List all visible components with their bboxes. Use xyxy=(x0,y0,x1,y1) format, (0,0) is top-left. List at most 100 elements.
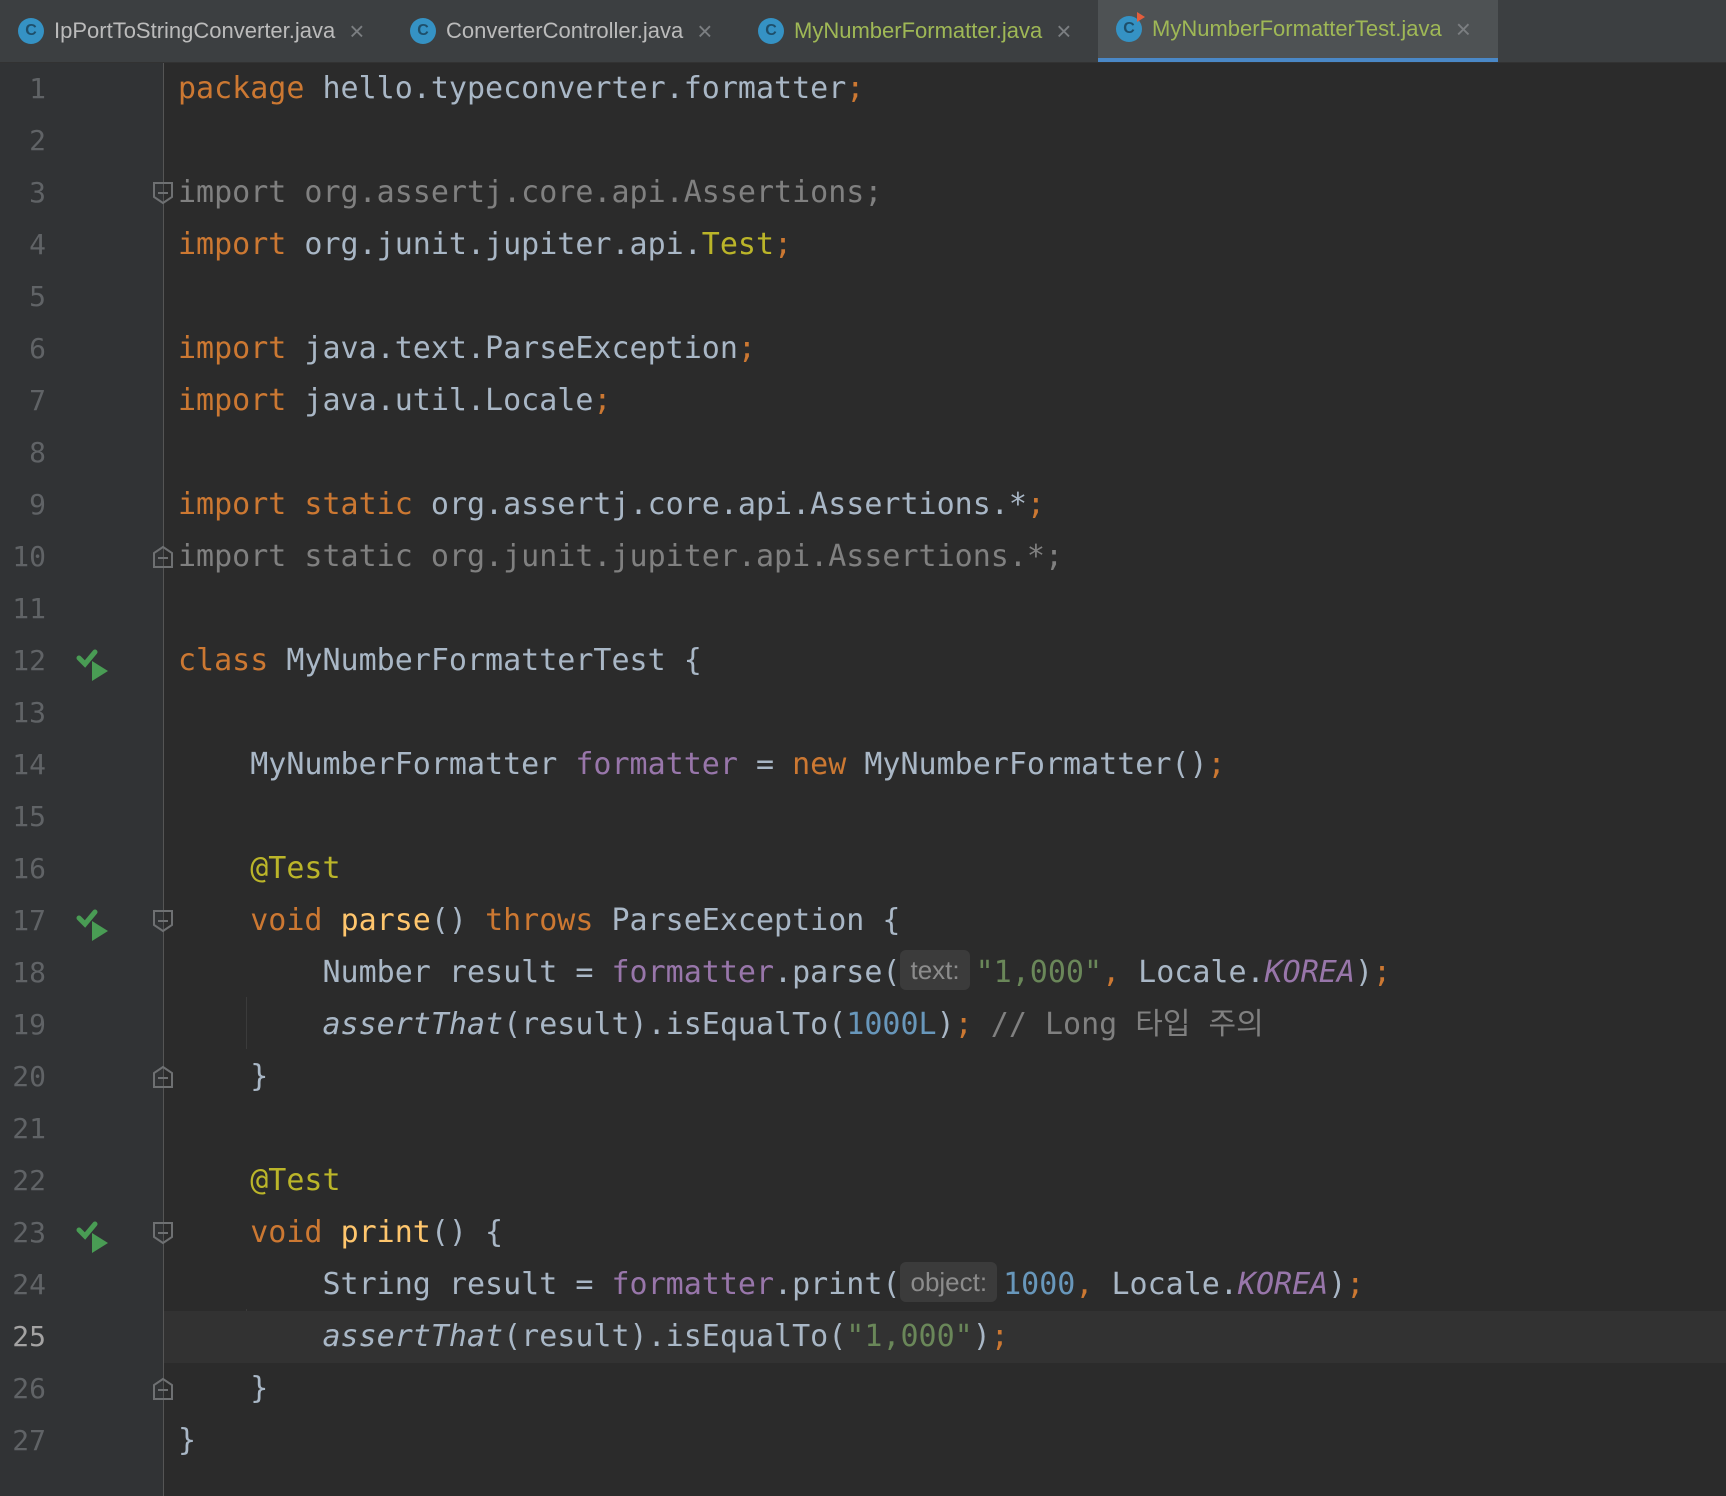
code-content[interactable]: assertThat(result).isEqualTo(1000L); // … xyxy=(164,999,1726,1051)
code-content[interactable]: } xyxy=(164,1363,1726,1415)
java-class-icon: C xyxy=(758,18,784,44)
line-number: 7 xyxy=(29,384,46,417)
line-number: 23 xyxy=(12,1216,46,1249)
line-number: 17 xyxy=(12,904,46,937)
line-number: 5 xyxy=(29,280,46,313)
code-line: 26 } xyxy=(0,1363,1726,1415)
run-test-icon[interactable] xyxy=(76,645,112,681)
code-content[interactable]: import org.assertj.core.api.Assertions; xyxy=(164,167,1726,219)
code-content[interactable]: package hello.typeconverter.formatter; xyxy=(164,63,1726,115)
code-line: 17 void parse() throws ParseException { xyxy=(0,895,1726,947)
close-icon[interactable]: × xyxy=(1456,16,1471,42)
code-line: 2 xyxy=(0,115,1726,167)
tab-my-number-formatter-test[interactable]: C MyNumberFormatterTest.java × xyxy=(1098,0,1498,62)
code-line: 16 @Test xyxy=(0,843,1726,895)
code-content[interactable] xyxy=(164,687,1726,739)
tab-ipport-converter[interactable]: C IpPortToStringConverter.java × xyxy=(18,0,364,62)
code-line: 20 } xyxy=(0,1051,1726,1103)
code-content[interactable] xyxy=(164,583,1726,635)
code-content[interactable]: @Test xyxy=(164,1155,1726,1207)
code-content[interactable]: MyNumberFormatter formatter = new MyNumb… xyxy=(164,739,1726,791)
line-number: 22 xyxy=(12,1164,46,1197)
parameter-hint: text: xyxy=(900,950,970,990)
code-line: 15 xyxy=(0,791,1726,843)
editor-tab-bar: C IpPortToStringConverter.java × C Conve… xyxy=(0,0,1726,63)
tab-label: IpPortToStringConverter.java xyxy=(54,18,336,43)
line-number: 8 xyxy=(29,436,46,469)
code-content[interactable] xyxy=(164,115,1726,167)
line-number: 11 xyxy=(12,592,46,625)
line-number: 4 xyxy=(29,228,46,261)
line-number: 12 xyxy=(12,644,46,677)
line-number: 3 xyxy=(29,176,46,209)
code-content[interactable]: } xyxy=(164,1415,1726,1467)
code-line: 18 Number result = formatter.parse(text:… xyxy=(0,947,1726,999)
tab-my-number-formatter[interactable]: C MyNumberFormatter.java × xyxy=(758,0,1071,62)
code-content[interactable]: @Test xyxy=(164,843,1726,895)
line-number: 27 xyxy=(12,1424,46,1457)
line-number: 14 xyxy=(12,748,46,781)
code-line: 4 import org.junit.jupiter.api.Test; xyxy=(0,219,1726,271)
code-line: 21 xyxy=(0,1103,1726,1155)
line-number: 2 xyxy=(29,124,46,157)
line-number: 25 xyxy=(12,1320,46,1353)
code-content[interactable]: import java.text.ParseException; xyxy=(164,323,1726,375)
code-content[interactable]: } xyxy=(164,1051,1726,1103)
code-line: 19 assertThat(result).isEqualTo(1000L); … xyxy=(0,999,1726,1051)
tab-label: ConverterController.java xyxy=(446,18,684,43)
tab-converter-controller[interactable]: C ConverterController.java × xyxy=(410,0,712,62)
line-number: 15 xyxy=(12,800,46,833)
run-test-icon[interactable] xyxy=(76,905,112,941)
code-content[interactable]: import static org.junit.jupiter.api.Asse… xyxy=(164,531,1726,583)
code-editor[interactable]: 1 package hello.typeconverter.formatter;… xyxy=(0,63,1726,1496)
code-line: 14 MyNumberFormatter formatter = new MyN… xyxy=(0,739,1726,791)
code-line: 12 class MyNumberFormatterTest { xyxy=(0,635,1726,687)
line-number: 1 xyxy=(29,72,46,105)
code-content[interactable] xyxy=(164,427,1726,479)
code-line: 23 void print() { xyxy=(0,1207,1726,1259)
code-content[interactable] xyxy=(164,1103,1726,1155)
line-number: 18 xyxy=(12,956,46,989)
line-number: 9 xyxy=(29,488,46,521)
line-number: 24 xyxy=(12,1268,46,1301)
line-number: 26 xyxy=(12,1372,46,1405)
code-content[interactable]: import static org.assertj.core.api.Asser… xyxy=(164,479,1726,531)
code-content[interactable]: import org.junit.jupiter.api.Test; xyxy=(164,219,1726,271)
code-content[interactable]: class MyNumberFormatterTest { xyxy=(164,635,1726,687)
java-test-class-icon: C xyxy=(1116,12,1145,42)
run-test-icon[interactable] xyxy=(76,1217,112,1253)
code-line: 11 xyxy=(0,583,1726,635)
code-line: 7 import java.util.Locale; xyxy=(0,375,1726,427)
close-icon[interactable]: × xyxy=(697,18,712,44)
code-content[interactable] xyxy=(164,271,1726,323)
code-content[interactable]: Number result = formatter.parse(text: "1,… xyxy=(164,947,1726,999)
code-content[interactable]: void print() { xyxy=(164,1207,1726,1259)
close-icon[interactable]: × xyxy=(349,18,364,44)
line-number: 10 xyxy=(12,540,46,573)
code-content[interactable]: void parse() throws ParseException { xyxy=(164,895,1726,947)
code-line: 22 @Test xyxy=(0,1155,1726,1207)
parameter-hint: object: xyxy=(900,1262,998,1302)
java-class-icon: C xyxy=(18,18,44,44)
current-code-line: 25 assertThat(result).isEqualTo("1,000")… xyxy=(0,1311,1726,1363)
line-number: 13 xyxy=(12,696,46,729)
close-icon[interactable]: × xyxy=(1056,18,1071,44)
code-line: 9 import static org.assertj.core.api.Ass… xyxy=(0,479,1726,531)
line-number: 21 xyxy=(12,1112,46,1145)
code-line: 10 import static org.junit.jupiter.api.A… xyxy=(0,531,1726,583)
code-line: 13 xyxy=(0,687,1726,739)
code-line: 24 String result = formatter.print(objec… xyxy=(0,1259,1726,1311)
code-content[interactable] xyxy=(164,791,1726,843)
code-line: 6 import java.text.ParseException; xyxy=(0,323,1726,375)
tab-label: MyNumberFormatterTest.java xyxy=(1152,16,1442,41)
code-line: 5 xyxy=(0,271,1726,323)
java-class-icon: C xyxy=(410,18,436,44)
code-content[interactable]: String result = formatter.print(object: 1… xyxy=(164,1259,1726,1311)
code-line: 1 package hello.typeconverter.formatter; xyxy=(0,63,1726,115)
code-content[interactable]: import java.util.Locale; xyxy=(164,375,1726,427)
code-line: 27 } xyxy=(0,1415,1726,1467)
line-number: 19 xyxy=(12,1008,46,1041)
code-line: 8 xyxy=(0,427,1726,479)
line-number: 16 xyxy=(12,852,46,885)
code-content[interactable]: assertThat(result).isEqualTo("1,000"); xyxy=(164,1311,1726,1363)
